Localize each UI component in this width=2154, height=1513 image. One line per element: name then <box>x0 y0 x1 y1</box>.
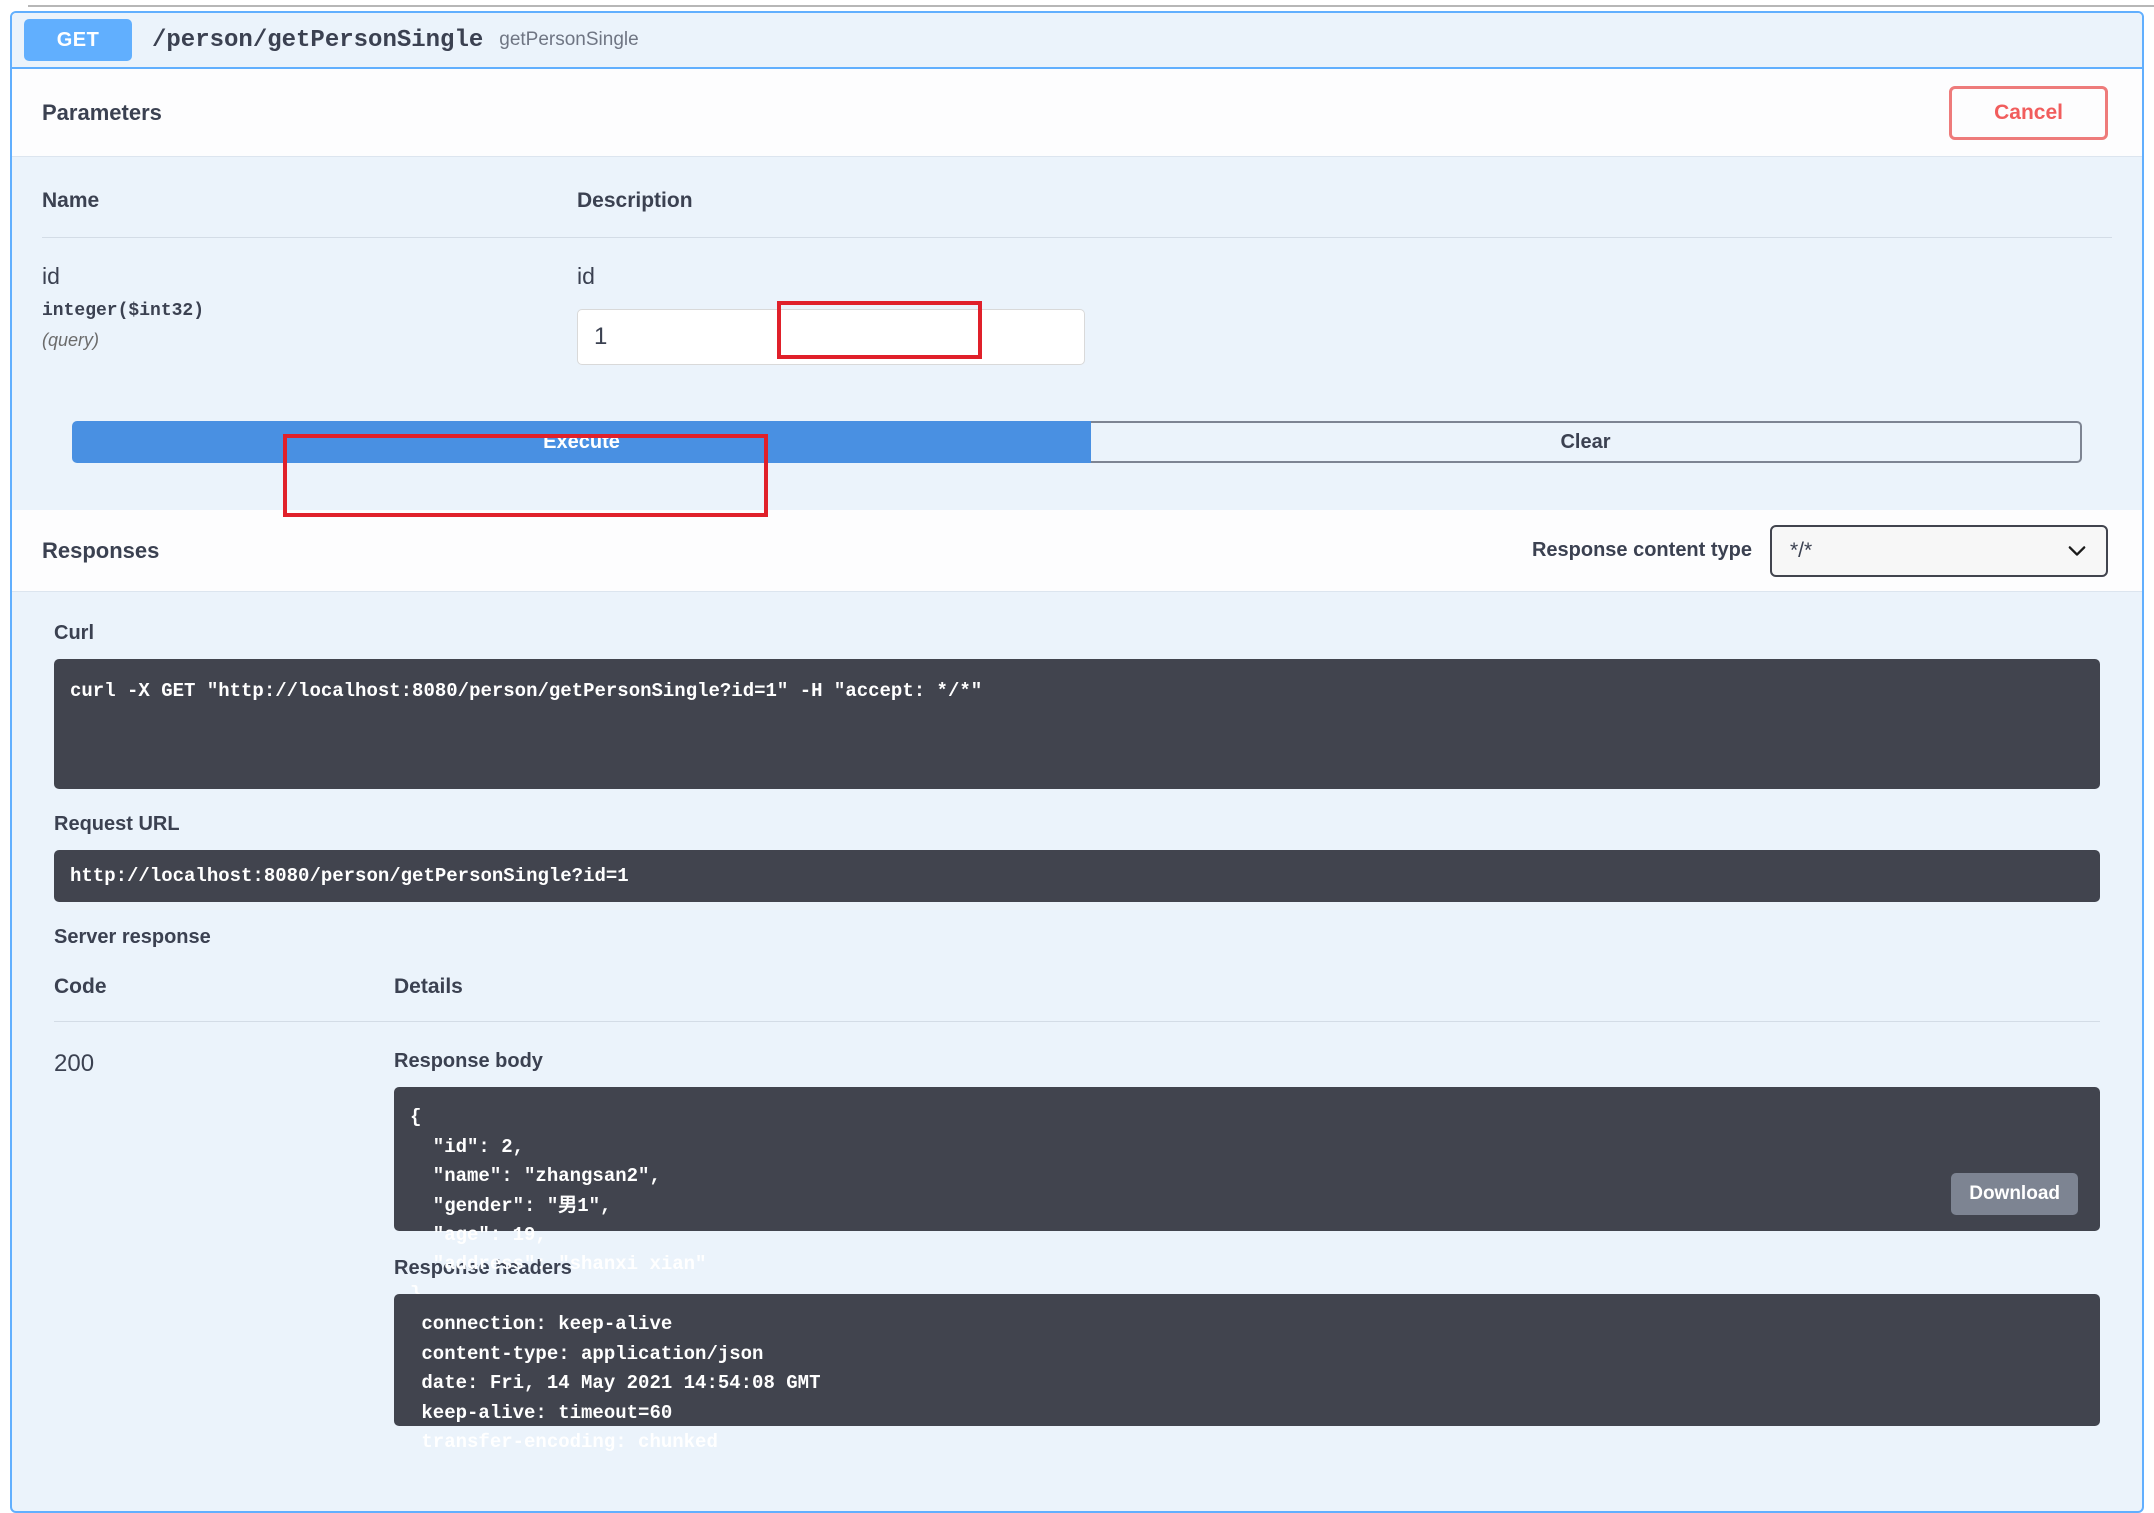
parameter-location: (query) <box>42 330 577 351</box>
request-url-label: Request URL <box>54 813 2100 836</box>
request-url-block[interactable]: http://localhost:8080/person/getPersonSi… <box>54 850 2100 902</box>
parameters-body: Name Description id integer($int32) (que… <box>12 157 2142 510</box>
execute-button[interactable]: Execute <box>72 421 1091 463</box>
column-header-details: Details <box>394 975 2100 999</box>
parameters-table-header: Name Description <box>42 157 2112 238</box>
response-details-area: Curl curl -X GET "http://localhost:8080/… <box>12 592 2142 1426</box>
server-response-row: 200 Response body { "id": 2, "name": "zh… <box>54 1022 2100 1426</box>
swagger-ui-operation-page: GET /person/getPersonSingle getPersonSin… <box>0 0 2154 1513</box>
server-response-title: Server response <box>54 926 2100 949</box>
parameters-header-band: Parameters Cancel <box>12 69 2142 157</box>
response-code-cell: 200 <box>54 1050 394 1426</box>
parameters-title: Parameters <box>42 100 162 126</box>
clear-button[interactable]: Clear <box>1091 421 2082 463</box>
server-response-table-header: Code Details <box>54 975 2100 1022</box>
chevron-down-icon <box>2068 542 2086 560</box>
parameter-name: id <box>42 264 577 289</box>
responses-title: Responses <box>42 538 159 564</box>
column-header-code: Code <box>54 975 394 999</box>
top-divider <box>28 5 2154 7</box>
parameter-row: id integer($int32) (query) id <box>42 238 2112 365</box>
parameter-name-cell: id integer($int32) (query) <box>42 264 577 365</box>
parameter-description-cell: id <box>577 264 2112 365</box>
http-method-badge: GET <box>24 19 132 61</box>
response-status-code: 200 <box>54 1050 394 1078</box>
spacer <box>42 463 2112 510</box>
operation-summary: getPersonSingle <box>499 29 638 51</box>
column-header-description: Description <box>577 189 2112 213</box>
parameter-id-input[interactable] <box>577 309 1085 365</box>
parameter-description: id <box>577 264 2112 289</box>
response-content-type-label: Response content type <box>1532 539 1752 562</box>
operation-path: /person/getPersonSingle <box>152 27 483 54</box>
response-details-cell: Response body { "id": 2, "name": "zhangs… <box>394 1050 2100 1426</box>
response-body-wrapper: { "id": 2, "name": "zhangsan2", "gender"… <box>394 1087 2100 1231</box>
opblock-get-getpersonsingle: GET /person/getPersonSingle getPersonSin… <box>10 11 2144 1513</box>
response-content-type-group: Response content type */* <box>1532 525 2108 577</box>
cancel-button[interactable]: Cancel <box>1949 86 2108 140</box>
response-content-type-value: */* <box>1790 539 1812 563</box>
column-header-name: Name <box>42 189 577 213</box>
response-content-type-select[interactable]: */* <box>1770 525 2108 577</box>
execute-clear-row: Execute Clear <box>72 421 2082 463</box>
parameter-type: integer($int32) <box>42 301 577 321</box>
response-body-block[interactable]: { "id": 2, "name": "zhangsan2", "gender"… <box>394 1087 2100 1231</box>
response-body-label: Response body <box>394 1050 2100 1073</box>
curl-command-block[interactable]: curl -X GET "http://localhost:8080/perso… <box>54 659 2100 789</box>
curl-label: Curl <box>54 622 2100 645</box>
download-button[interactable]: Download <box>1951 1173 2078 1215</box>
opblock-summary-header[interactable]: GET /person/getPersonSingle getPersonSin… <box>12 13 2142 69</box>
responses-header-band: Responses Response content type */* <box>12 510 2142 592</box>
response-headers-block[interactable]: connection: keep-alive content-type: app… <box>394 1294 2100 1426</box>
